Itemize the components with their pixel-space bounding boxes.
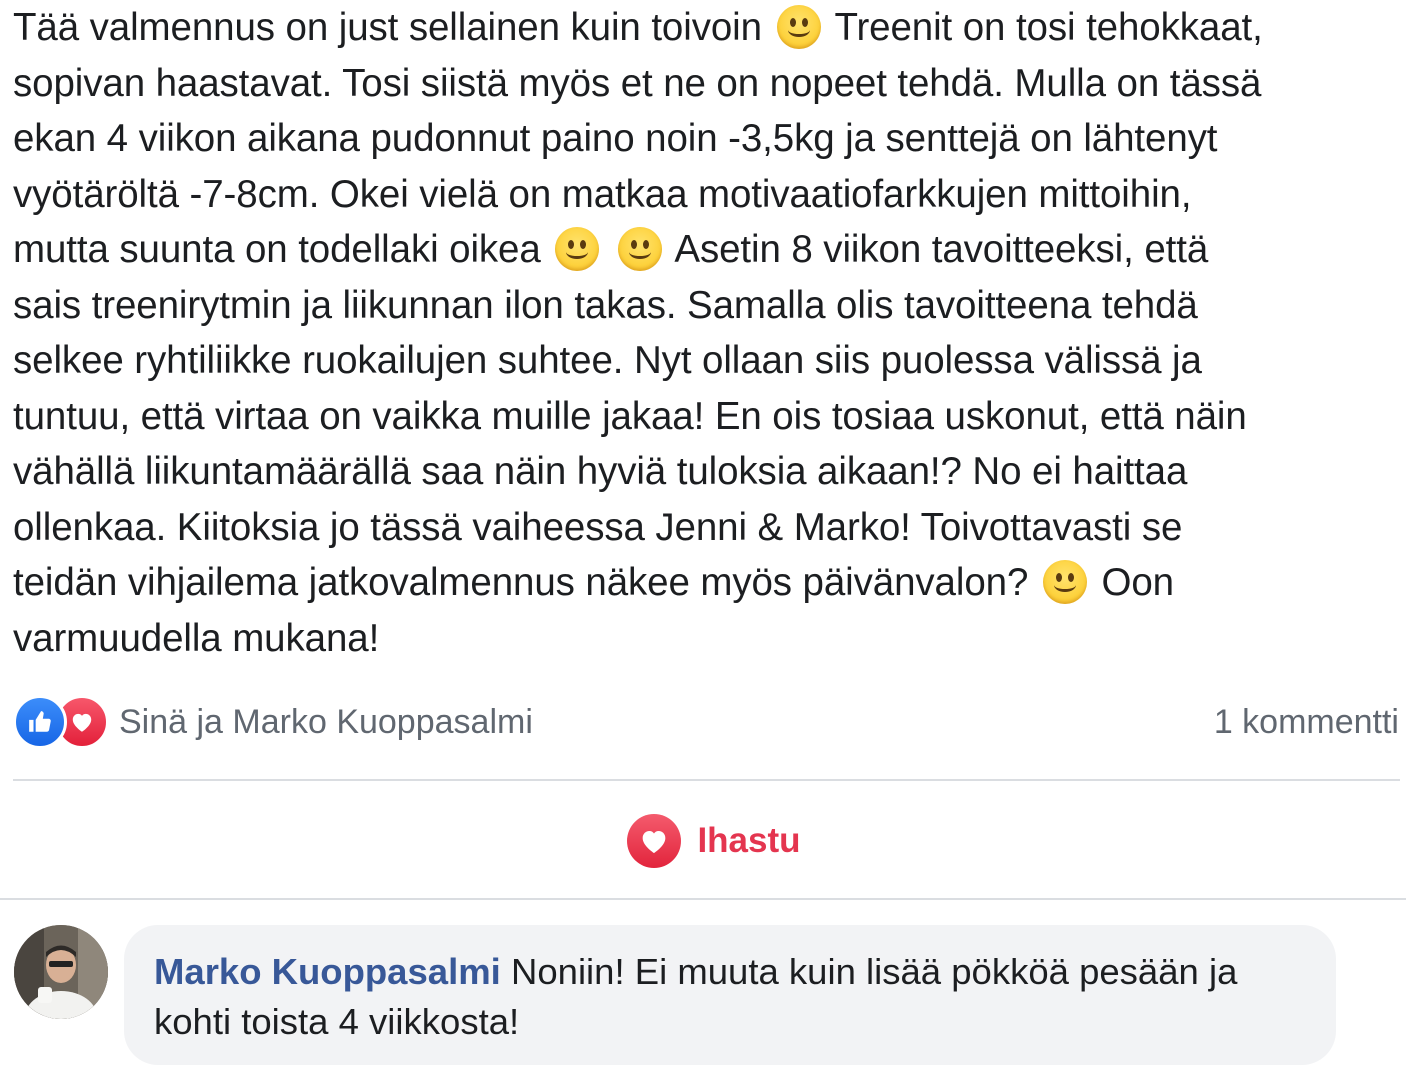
smiley-emoji-icon (617, 227, 662, 271)
heart-icon (627, 814, 682, 868)
smiley-emoji-icon (776, 5, 821, 49)
reaction-names-link[interactable]: Sinä ja Marko Kuoppasalmi (119, 703, 533, 742)
post-text-segment: teidän vihjailema jatkovalmennus näkee m… (13, 561, 1029, 604)
post-line: mutta suunta on todellaki oikea Asetin 8… (13, 222, 1403, 278)
post-text-segment: mutta suunta on todellaki oikea (13, 228, 541, 271)
smiley-emoji-icon (555, 227, 600, 271)
post-line: tuntuu, että virtaa on vaikka muille jak… (13, 389, 1403, 445)
post-text-segment: ollenkaa. Kiitoksia jo tässä vaiheessa J… (13, 505, 1183, 549)
post-line: Tää valmennus on just sellainen kuin toi… (13, 0, 1403, 56)
thumbs-up-icon (13, 695, 67, 749)
post-text-segment: tuntuu, että virtaa on vaikka muille jak… (13, 394, 1247, 438)
post-text-segment: Oon (1101, 561, 1174, 604)
action-bar: Ihastu (0, 805, 1406, 877)
smiley-emoji-icon (1042, 560, 1087, 604)
comment-bubble: Marko Kuoppasalmi Noniin! Ei muuta kuin … (124, 925, 1336, 1065)
post-line: vyötäröltä -7-8cm. Okei vielä on matkaa … (13, 167, 1403, 223)
reactions-summary: Sinä ja Marko Kuoppasalmi 1 kommentti (13, 693, 1399, 751)
post-line: ekan 4 viikon aikana pudonnut paino noin… (13, 111, 1403, 167)
post-line: vähällä liikuntamäärällä saa näin hyviä … (13, 444, 1403, 500)
comment-line: Marko Kuoppasalmi Noniin! Ei muuta kuin … (154, 947, 1306, 997)
post-text-segment: selkee ryhtiliikke ruokailujen suhtee. N… (13, 339, 1202, 382)
post-line: teidän vihjailema jatkovalmennus näkee m… (13, 555, 1403, 611)
post-text-segment: sopivan haastavat. Tosi siistä myös et n… (13, 61, 1262, 105)
post-line: sais treenirytmin ja liikunnan ilon taka… (13, 278, 1403, 334)
love-reaction-label: Ihastu (697, 821, 801, 860)
post-line: varmuudella mukana! (13, 611, 1403, 667)
post-text-segment: vähällä liikuntamäärällä saa näin hyviä … (13, 450, 1188, 493)
post-line: sopivan haastavat. Tosi siistä myös et n… (13, 56, 1403, 112)
divider (0, 898, 1406, 900)
comment-author-link[interactable]: Marko Kuoppasalmi (154, 951, 501, 992)
reaction-icons[interactable] (13, 695, 109, 749)
love-reaction-button[interactable]: Ihastu (627, 814, 801, 868)
post-text-segment: Treenit on tosi tehokkaat, (834, 6, 1263, 49)
post-text-segment: varmuudella mukana! (13, 616, 380, 660)
post-line: ollenkaa. Kiitoksia jo tässä vaiheessa J… (13, 500, 1403, 556)
divider (13, 779, 1400, 781)
post-text-segment: vyötäröltä -7-8cm. Okei vielä on matkaa … (13, 172, 1192, 216)
post-text-segment: ekan 4 viikon aikana pudonnut paino noin… (13, 117, 1218, 160)
comment-text: kohti toista 4 viikkosta! (154, 1001, 520, 1042)
comment-count-link[interactable]: 1 kommentti (1214, 703, 1399, 742)
post-line: selkee ryhtiliikke ruokailujen suhtee. N… (13, 333, 1403, 389)
post-body: Tää valmennus on just sellainen kuin toi… (13, 0, 1403, 666)
post-text-segment: Tää valmennus on just sellainen kuin toi… (13, 6, 762, 49)
comment-text: Noniin! Ei muuta kuin lisää pökköä pesää… (510, 951, 1238, 992)
avatar[interactable] (14, 925, 108, 1019)
post-text-segment: Asetin 8 viikon tavoitteeksi, että (674, 228, 1209, 271)
post-text-segment: sais treenirytmin ja liikunnan ilon taka… (13, 283, 1198, 327)
